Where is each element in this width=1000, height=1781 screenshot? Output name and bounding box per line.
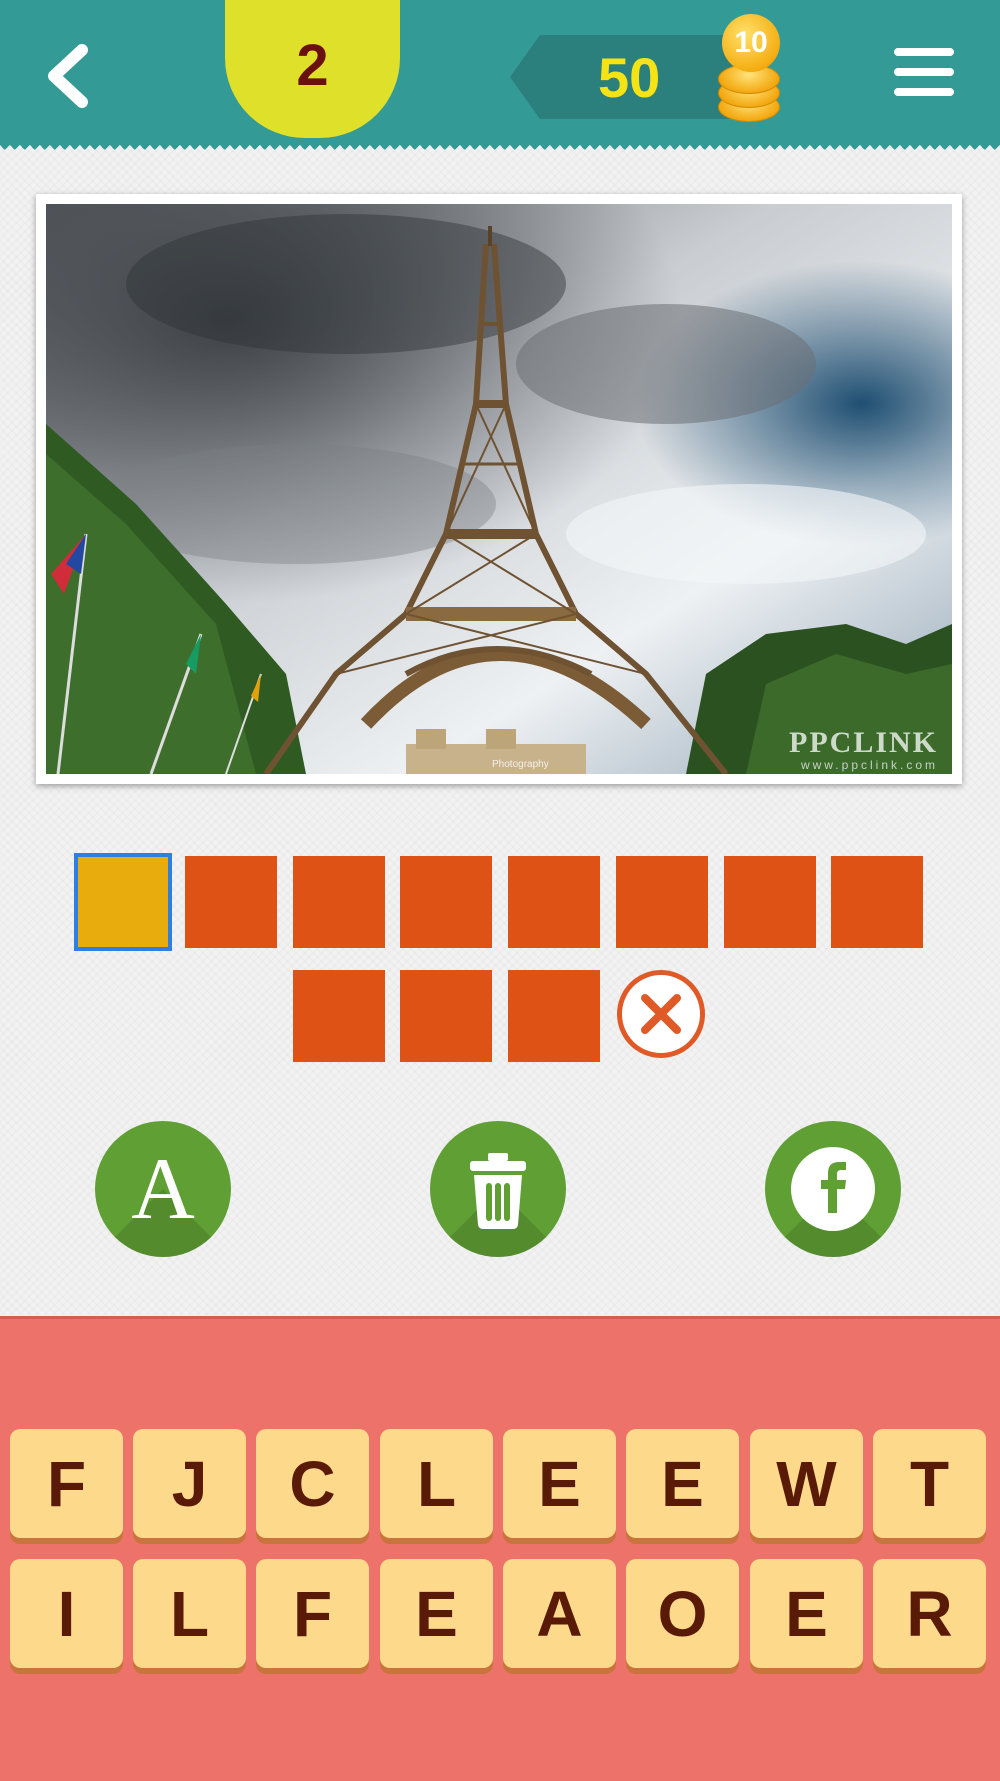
key-letter: L xyxy=(416,1447,457,1520)
clear-answer-button[interactable] xyxy=(617,970,705,1058)
answer-slot[interactable] xyxy=(616,856,708,948)
key-letter: A xyxy=(536,1577,583,1650)
letter-key[interactable]: R xyxy=(873,1559,986,1668)
header-zigzag-edge xyxy=(0,145,1000,155)
letter-keyboard: F J C L E E W T I L F E A O E R xyxy=(0,1316,1000,1781)
answer-slot[interactable] xyxy=(185,856,277,948)
answer-slot[interactable] xyxy=(400,856,492,948)
key-letter: O xyxy=(657,1577,708,1650)
answer-slot[interactable] xyxy=(293,856,385,948)
photo-credit: Photography xyxy=(492,759,549,770)
top-bar: 2 50 10 xyxy=(0,0,1000,145)
letter-key[interactable]: T xyxy=(873,1429,986,1538)
letter-key[interactable]: A xyxy=(503,1559,616,1668)
coin-stack-icon[interactable]: 10 xyxy=(714,14,784,124)
letter-key[interactable]: E xyxy=(626,1429,739,1538)
facebook-share-button[interactable] xyxy=(765,1121,901,1257)
key-letter: I xyxy=(57,1577,76,1650)
letter-key[interactable]: W xyxy=(750,1429,863,1538)
key-letter: E xyxy=(661,1447,704,1520)
answer-slot[interactable] xyxy=(508,970,600,1062)
key-letter: F xyxy=(46,1447,87,1520)
level-badge: 2 xyxy=(225,0,400,138)
menu-bar xyxy=(894,68,954,76)
letter-key[interactable]: E xyxy=(750,1559,863,1668)
letter-key[interactable]: E xyxy=(503,1429,616,1538)
letter-key[interactable]: F xyxy=(256,1559,369,1668)
key-letter: W xyxy=(776,1447,837,1520)
close-icon xyxy=(641,994,681,1034)
coins-counter[interactable]: 50 xyxy=(510,35,740,119)
photo-watermark-url: www.ppclink.com xyxy=(800,758,938,772)
letter-a-icon: A xyxy=(131,1140,195,1238)
letter-key[interactable]: L xyxy=(380,1429,493,1538)
reveal-letter-button[interactable]: A xyxy=(95,1121,231,1257)
remove-letters-button[interactable] xyxy=(430,1121,566,1257)
chevron-left-icon xyxy=(48,44,88,108)
letter-key[interactable]: L xyxy=(133,1559,246,1668)
answer-slot[interactable] xyxy=(400,970,492,1062)
menu-bar xyxy=(894,88,954,96)
letter-key[interactable]: I xyxy=(10,1559,123,1668)
letter-key[interactable]: J xyxy=(133,1429,246,1538)
puzzle-photo-frame: Photography PPCLINK www.ppclink.com xyxy=(36,194,962,784)
key-letter: C xyxy=(289,1447,336,1520)
key-letter: E xyxy=(538,1447,581,1520)
key-letter: E xyxy=(415,1577,458,1650)
menu-bar xyxy=(894,48,954,56)
answer-slot[interactable] xyxy=(831,856,923,948)
answer-slot[interactable] xyxy=(508,856,600,948)
key-letter: L xyxy=(169,1577,210,1650)
letter-key[interactable]: C xyxy=(256,1429,369,1538)
photo-watermark: PPCLINK xyxy=(789,726,938,759)
level-number: 2 xyxy=(296,32,329,98)
key-letter: E xyxy=(785,1577,828,1650)
key-letter: T xyxy=(909,1447,950,1520)
letter-key[interactable]: E xyxy=(380,1559,493,1668)
answer-slot[interactable] xyxy=(724,856,816,948)
key-letter: R xyxy=(906,1577,953,1650)
answer-slot[interactable] xyxy=(74,853,172,951)
key-letter: J xyxy=(171,1447,208,1520)
facebook-icon xyxy=(791,1147,875,1231)
coins-value: 50 xyxy=(598,45,661,109)
letter-key[interactable]: O xyxy=(626,1559,739,1668)
key-letter: F xyxy=(292,1577,333,1650)
answer-slot[interactable] xyxy=(293,970,385,1062)
trash-icon xyxy=(470,1153,526,1229)
menu-button[interactable] xyxy=(894,48,954,104)
back-button[interactable] xyxy=(40,40,100,110)
letter-key[interactable]: F xyxy=(10,1429,123,1538)
puzzle-photo: Photography PPCLINK www.ppclink.com xyxy=(46,204,952,774)
coin-bonus-value: 10 xyxy=(734,26,768,59)
eiffel-tower-image xyxy=(46,204,952,774)
coin-bonus-badge: 10 xyxy=(722,14,780,72)
